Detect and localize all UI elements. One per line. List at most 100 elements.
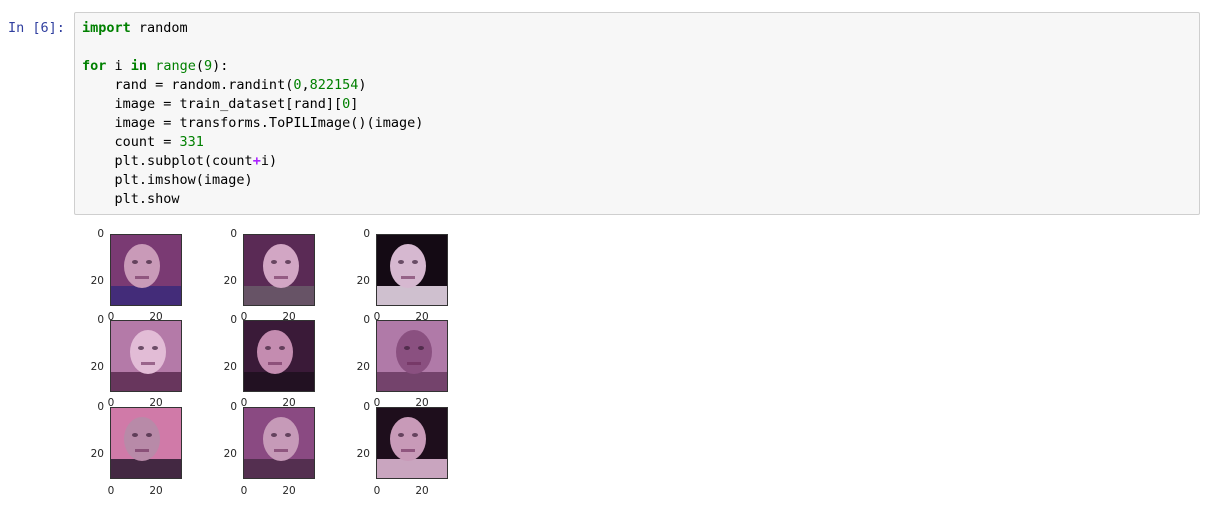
image-mouth [274, 276, 288, 279]
code-token: plt.subplot(count [82, 153, 253, 169]
axis-tick-label: 20 [149, 485, 163, 497]
face-thumbnail [110, 407, 182, 479]
code-line: count = 331 [82, 133, 423, 152]
image-eye [285, 433, 291, 437]
code-line: image = train_dataset[rand][0] [82, 95, 423, 114]
subplot-image [110, 407, 182, 479]
code-token: + [252, 153, 261, 169]
code-line: rand = random.randint(0,822154) [82, 76, 423, 95]
subplot-image [110, 320, 182, 392]
code-token: 822154 [309, 77, 359, 93]
code-token: for [82, 58, 107, 74]
axis-tick-label: 20 [356, 448, 370, 460]
axis-tick-label: 20 [415, 485, 429, 497]
image-eye [285, 260, 291, 264]
code-line: import random [82, 19, 423, 38]
image-face [390, 417, 426, 461]
image-eye [412, 260, 418, 264]
image-eye [146, 260, 152, 264]
code-token: plt.imshow(image) [82, 172, 253, 188]
subplot-image [243, 320, 315, 392]
subplot-image [376, 407, 448, 479]
axis-tick-label: 0 [97, 228, 104, 240]
subplot-image [110, 234, 182, 306]
axis-tick-label: 20 [90, 361, 104, 373]
image-mouth [401, 449, 415, 452]
image-shoulders [243, 372, 315, 392]
code-line: plt.subplot(count+i) [82, 152, 423, 171]
code-line: image = transforms.ToPILImage()(image) [82, 114, 424, 133]
code-token: random [130, 20, 188, 36]
code-cell[interactable]: import random for i in range(9): rand = r… [74, 12, 1200, 215]
face-thumbnail [110, 234, 182, 306]
code-token: image = transforms.ToPILImage()(image) [82, 115, 424, 131]
face-thumbnail [243, 320, 315, 392]
image-eye [152, 346, 158, 350]
axis-tick-label: 0 [230, 228, 237, 240]
image-face [390, 244, 426, 288]
code-token: i [106, 58, 131, 74]
code-token: rand = random.randint( [82, 77, 294, 93]
code-token: count = [82, 134, 180, 150]
code-token: ] [350, 96, 359, 112]
code-token: 9 [203, 58, 213, 74]
input-prompt-label: In [6]: [8, 20, 65, 36]
code-token: import [82, 20, 131, 36]
axis-tick-label: 0 [240, 485, 248, 497]
image-mouth [141, 362, 155, 365]
code-token: ): [212, 58, 229, 74]
image-shoulders [110, 459, 182, 479]
image-eye [398, 260, 404, 264]
image-eye [418, 346, 424, 350]
image-shoulders [376, 459, 448, 479]
image-eye [398, 433, 404, 437]
axis-tick-label: 20 [356, 275, 370, 287]
image-shoulders [243, 459, 315, 479]
axis-tick-label: 20 [282, 485, 296, 497]
code-line: plt.show [82, 190, 423, 209]
code-token: ( [195, 58, 204, 74]
image-shoulders [110, 372, 182, 392]
image-eye [132, 433, 138, 437]
code-token: 331 [179, 134, 204, 150]
axis-tick-label: 20 [223, 361, 237, 373]
image-eye [138, 346, 144, 350]
code-editor[interactable]: import random for i in range(9): rand = r… [82, 19, 423, 209]
axis-tick-label: 0 [363, 401, 370, 413]
code-token: i) [260, 153, 278, 169]
image-eye [132, 260, 138, 264]
code-token: plt.show [82, 191, 180, 207]
image-eye [146, 433, 152, 437]
image-face [124, 244, 160, 288]
image-eye [265, 346, 271, 350]
axis-tick-label: 0 [107, 485, 115, 497]
image-shoulders [376, 286, 448, 306]
axis-tick-label: 0 [230, 314, 237, 326]
axis-tick-label: 20 [223, 448, 237, 460]
face-thumbnail [110, 320, 182, 392]
image-eye [271, 260, 277, 264]
face-thumbnail [376, 320, 448, 392]
image-mouth [401, 276, 415, 279]
code-token: ) [358, 77, 367, 93]
image-mouth [135, 449, 149, 452]
image-shoulders [243, 286, 315, 306]
image-eye [404, 346, 410, 350]
axis-tick-label: 0 [97, 314, 104, 326]
axis-tick-label: 0 [373, 485, 381, 497]
axis-tick-label: 20 [90, 448, 104, 460]
subplot-image [376, 320, 448, 392]
image-shoulders [110, 286, 182, 306]
image-face [263, 244, 299, 288]
image-face [124, 417, 160, 461]
axis-tick-label: 0 [97, 401, 104, 413]
code-token: image = train_dataset[rand][ [82, 96, 343, 112]
image-eye [279, 346, 285, 350]
image-mouth [407, 362, 421, 365]
axis-tick-label: 20 [90, 275, 104, 287]
image-face [130, 330, 166, 374]
image-face [257, 330, 293, 374]
image-eye [412, 433, 418, 437]
image-face [263, 417, 299, 461]
